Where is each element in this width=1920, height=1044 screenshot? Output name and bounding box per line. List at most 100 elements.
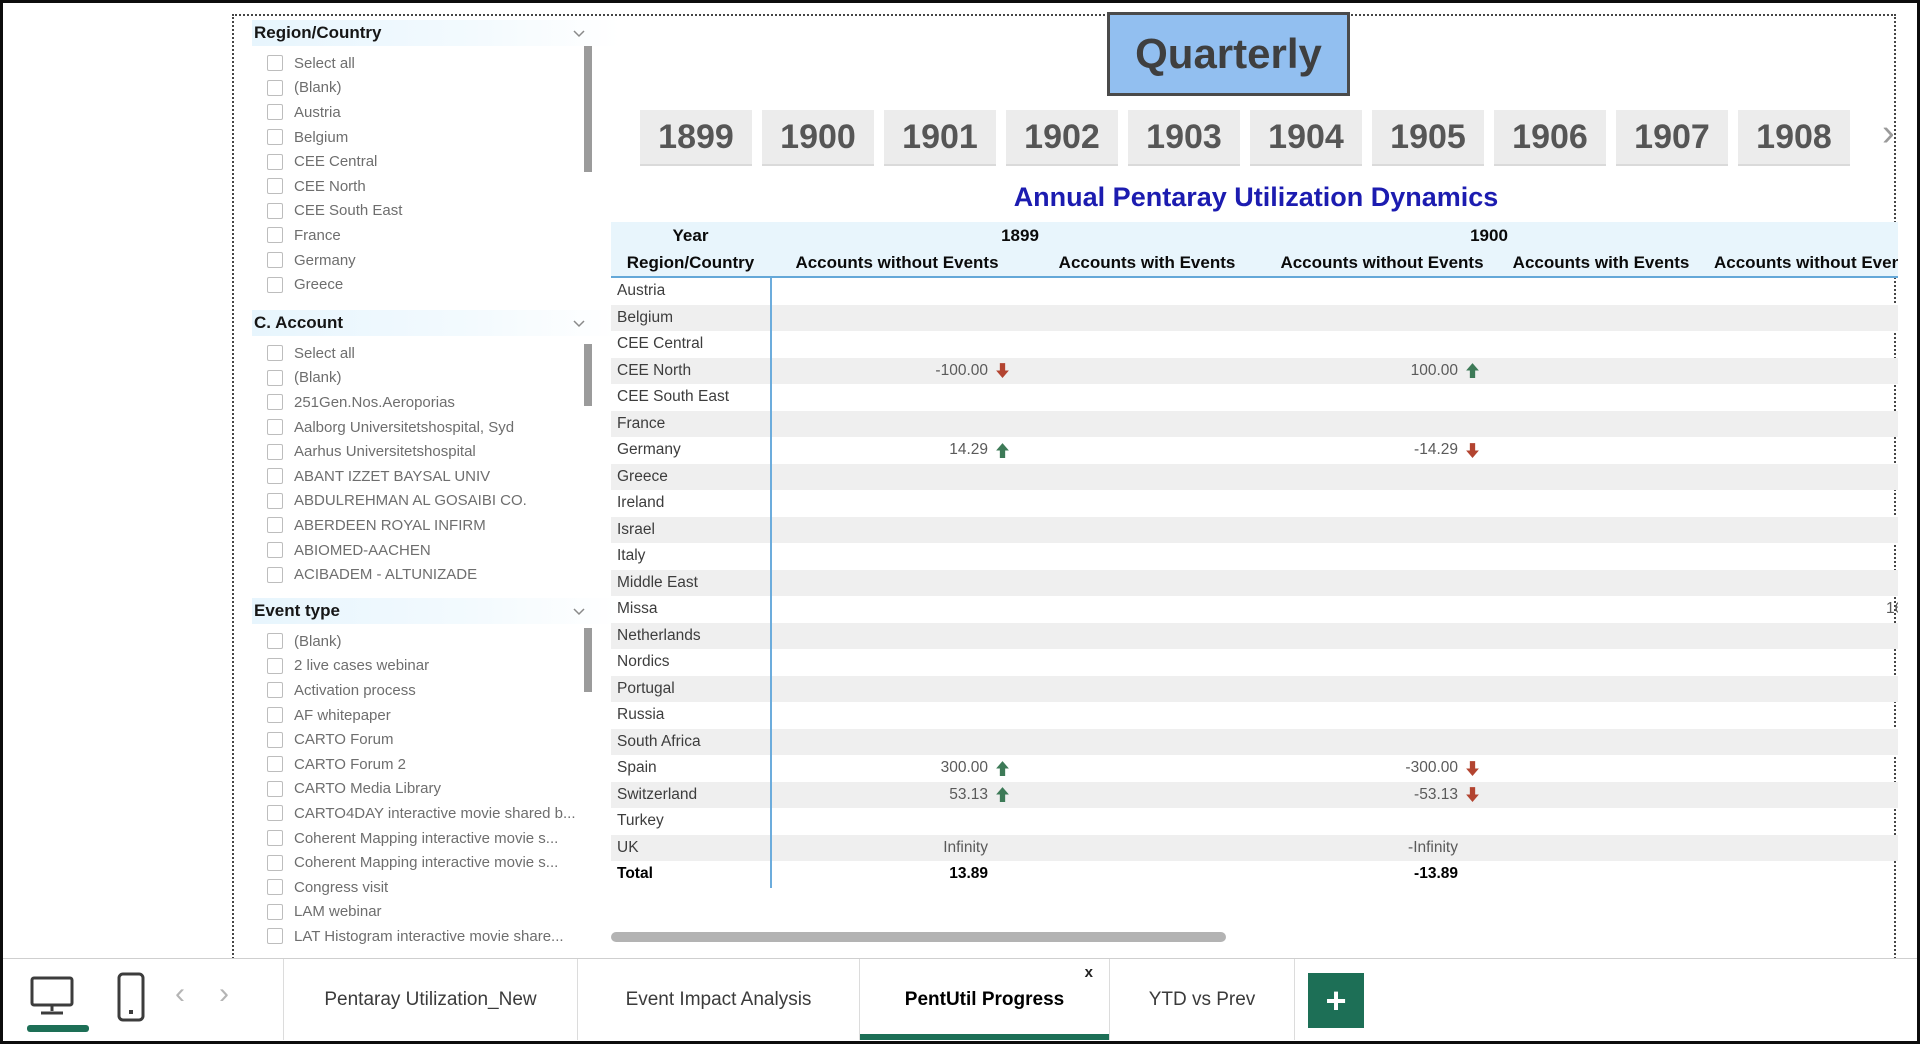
checkbox[interactable] <box>267 104 283 120</box>
checkbox[interactable] <box>267 370 283 386</box>
filter-option[interactable]: CARTO4DAY interactive movie shared b... <box>252 801 620 826</box>
checkbox[interactable] <box>267 879 283 895</box>
checkbox[interactable] <box>267 904 283 920</box>
filter-option[interactable]: AF whitepaper <box>252 703 620 728</box>
checkbox[interactable] <box>267 468 283 484</box>
filter-option[interactable]: CARTO Forum 2 <box>252 752 620 777</box>
checkbox[interactable] <box>267 154 283 170</box>
page-tab-event-impact-analysis[interactable]: Event Impact Analysis <box>578 959 860 1040</box>
filter-option[interactable]: ABIOMED-AACHEN <box>252 538 620 563</box>
filter-option[interactable]: Aalborg Universitetshospital, Syd <box>252 415 620 440</box>
checkbox[interactable] <box>267 542 283 558</box>
year-button-1907[interactable]: 1907 <box>1616 110 1728 164</box>
filter-header-event-type[interactable]: Event type <box>252 598 620 624</box>
filter-header-account[interactable]: C. Account <box>252 310 620 336</box>
checkbox[interactable] <box>267 830 283 846</box>
checkbox[interactable] <box>267 345 283 361</box>
page-tab-pentaray-utilization-new[interactable]: Pentaray Utilization_New <box>283 959 578 1040</box>
checkbox[interactable] <box>267 517 283 533</box>
checkbox[interactable] <box>267 707 283 723</box>
year-button-1906[interactable]: 1906 <box>1494 110 1606 164</box>
filter-scrollbar[interactable] <box>584 46 592 172</box>
horizontal-scrollbar[interactable] <box>611 932 1226 942</box>
prev-page-button[interactable]: ‹ <box>175 979 185 1009</box>
filter-option[interactable]: ABANT IZZET BAYSAL UNIV <box>252 464 620 489</box>
table-row: France <box>611 411 1898 438</box>
filter-option[interactable]: Activation process <box>252 678 620 703</box>
quarterly-toggle-button[interactable]: Quarterly <box>1107 12 1350 96</box>
filter-option[interactable]: ABERDEEN ROYAL INFIRM <box>252 513 620 538</box>
checkbox[interactable] <box>267 227 283 243</box>
checkbox[interactable] <box>267 444 283 460</box>
year-button-1905[interactable]: 1905 <box>1372 110 1484 164</box>
filter-option[interactable]: 251Gen.Nos.Aeroporias <box>252 390 620 415</box>
year-button-1904[interactable]: 1904 <box>1250 110 1362 164</box>
checkbox[interactable] <box>267 781 283 797</box>
checkbox[interactable] <box>267 756 283 772</box>
filter-option[interactable]: CARTO Forum <box>252 727 620 752</box>
mobile-view-button[interactable] <box>115 971 147 1028</box>
trend-slot <box>1240 601 1262 618</box>
filter-scrollbar[interactable] <box>584 344 592 406</box>
filter-option[interactable]: 2 live cases webinar <box>252 654 620 679</box>
year-scroll-right-icon[interactable]: › <box>1882 114 1895 152</box>
checkbox[interactable] <box>267 178 283 194</box>
filter-option[interactable]: Select all <box>252 341 620 366</box>
page-tab-ytd-vs-prev[interactable]: YTD vs Prev <box>1110 959 1295 1040</box>
checkbox[interactable] <box>267 633 283 649</box>
trend-slot <box>1464 866 1486 883</box>
checkbox[interactable] <box>267 80 283 96</box>
filter-option[interactable]: ABDULREHMAN AL GOSAIBI CO. <box>252 489 620 514</box>
filter-option[interactable]: LAM webinar <box>252 900 620 925</box>
page-tab-pentutil-progress[interactable]: PentUtil Progress x <box>860 959 1110 1040</box>
filter-option[interactable]: Austria <box>252 100 620 125</box>
filter-header-region-country[interactable]: Region/Country <box>252 20 620 46</box>
filter-option[interactable]: Belgium <box>252 125 620 150</box>
filter-option[interactable]: (Blank) <box>252 629 620 654</box>
filter-option[interactable]: Coherent Mapping interactive movie s... <box>252 826 620 851</box>
filter-option[interactable]: Select all <box>252 51 620 76</box>
filter-option[interactable]: (Blank) <box>252 76 620 101</box>
filter-option[interactable]: ACIBADEM - ALTUNIZADE <box>252 562 620 587</box>
checkbox[interactable] <box>267 55 283 71</box>
year-button-1901[interactable]: 1901 <box>884 110 996 164</box>
year-button-1902[interactable]: 1902 <box>1006 110 1118 164</box>
checkbox[interactable] <box>267 129 283 145</box>
filter-option[interactable]: CARTO Media Library <box>252 777 620 802</box>
checkbox[interactable] <box>267 682 283 698</box>
add-page-button[interactable]: + <box>1308 973 1364 1028</box>
checkbox[interactable] <box>267 419 283 435</box>
filter-option[interactable]: CEE North <box>252 174 620 199</box>
filter-option[interactable]: Coherent Mapping interactive movie s... <box>252 850 620 875</box>
desktop-view-button[interactable] <box>29 975 75 1022</box>
checkbox[interactable] <box>267 928 283 944</box>
year-button-1900[interactable]: 1900 <box>762 110 874 164</box>
checkbox[interactable] <box>267 252 283 268</box>
checkbox[interactable] <box>267 855 283 871</box>
filter-option[interactable]: (Blank) <box>252 366 620 391</box>
checkbox[interactable] <box>267 394 283 410</box>
checkbox[interactable] <box>267 203 283 219</box>
checkbox[interactable] <box>267 805 283 821</box>
year-button-1903[interactable]: 1903 <box>1128 110 1240 164</box>
filter-option[interactable]: Germany <box>252 248 620 273</box>
close-tab-icon[interactable]: x <box>1085 964 1093 981</box>
year-button-1899[interactable]: 1899 <box>640 110 752 164</box>
filter-option[interactable]: CEE Central <box>252 149 620 174</box>
filter-title: Event type <box>254 601 340 621</box>
filter-option[interactable]: France <box>252 223 620 248</box>
checkbox[interactable] <box>267 567 283 583</box>
filter-option[interactable]: Aarhus Universitetshospital <box>252 439 620 464</box>
checkbox[interactable] <box>267 658 283 674</box>
next-page-button[interactable]: › <box>219 979 229 1009</box>
year-button-1908[interactable]: 1908 <box>1738 110 1850 164</box>
filter-scrollbar[interactable] <box>584 628 592 692</box>
filter-option[interactable]: LAT Histogram interactive movie share... <box>252 924 620 949</box>
checkbox[interactable] <box>267 277 283 293</box>
filter-option-label: ABIOMED-AACHEN <box>294 542 431 559</box>
checkbox[interactable] <box>267 732 283 748</box>
filter-option[interactable]: CEE South East <box>252 199 620 224</box>
checkbox[interactable] <box>267 493 283 509</box>
filter-option[interactable]: Congress visit <box>252 875 620 900</box>
filter-option[interactable]: Greece <box>252 272 620 297</box>
